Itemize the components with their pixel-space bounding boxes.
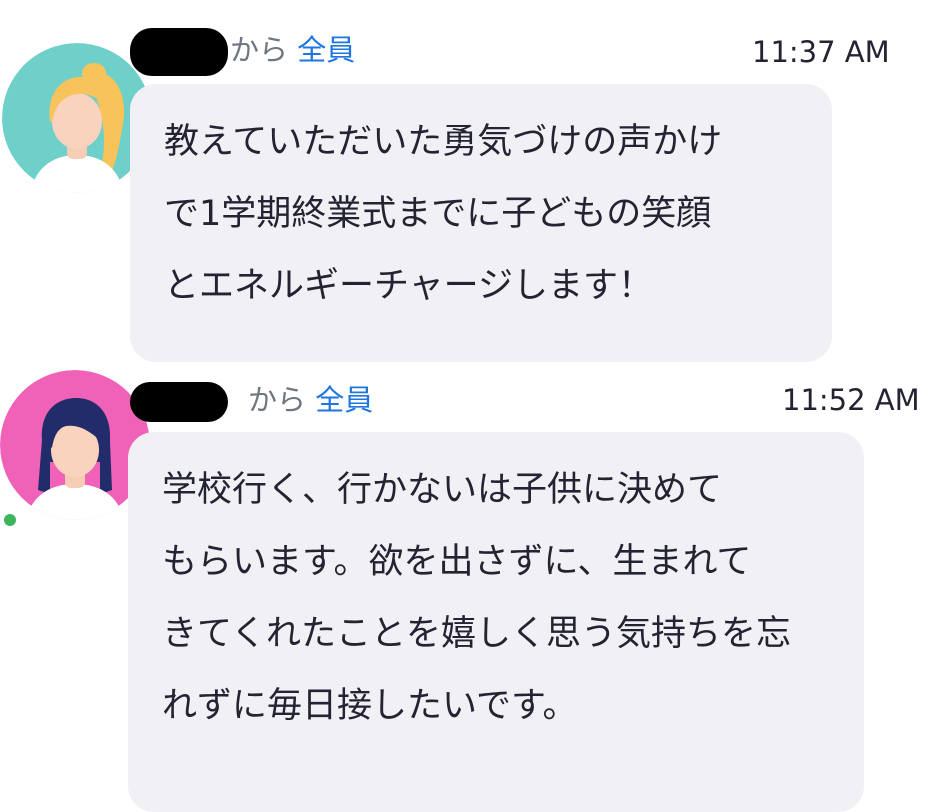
message-header: から 全員 — [130, 28, 355, 76]
message-line: 教えていただいた勇気づけの声かけ — [164, 122, 723, 162]
message-line: れずに毎日接したいです。 — [162, 686, 578, 726]
message-line: もらいます。欲を出さずに、生まれて — [162, 542, 752, 582]
redacted-sender-name — [130, 28, 228, 76]
redacted-sender-name — [130, 382, 228, 422]
recipient-link[interactable]: 全員 — [315, 383, 373, 417]
message-bubble: 教えていただいた勇気づけの声かけ で1学期終業式までに子どもの笑顔 とエネルギー… — [130, 84, 832, 362]
from-label: から — [248, 383, 307, 417]
message-header: から 全員 — [130, 380, 373, 422]
recipient-link[interactable]: 全員 — [297, 33, 355, 67]
message-line: きてくれたことを嬉しく思う気持ちを忘 — [162, 614, 791, 654]
message-line: で1学期終業式までに子どもの笑顔 — [164, 194, 712, 234]
chat-message: から 全員 11:52 AM 学校行く、行かないは子供に決めて もらいます。欲を… — [0, 370, 940, 812]
from-label: から — [230, 33, 289, 67]
timestamp: 11:37 AM — [752, 35, 890, 69]
chat-message: から 全員 11:37 AM 教えていただいた勇気づけの声かけ で1学期終業式ま… — [0, 0, 940, 370]
status-indicator — [4, 514, 16, 526]
timestamp: 11:52 AM — [782, 383, 920, 417]
message-line: とエネルギーチャージします！ — [164, 266, 653, 306]
message-line: 学校行く、行かないは子供に決めて — [162, 470, 723, 510]
message-bubble: 学校行く、行かないは子供に決めて もらいます。欲を出さずに、生まれて きてくれた… — [128, 432, 864, 812]
